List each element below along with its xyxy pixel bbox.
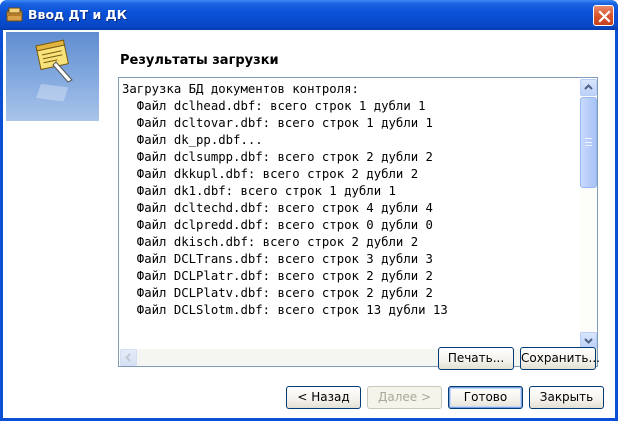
chevron-up-icon — [584, 84, 593, 90]
results-log-line: Файл DCLPlatv.dbf: всего строк 2 дубли 2 — [122, 286, 433, 300]
results-log[interactable]: Загрузка БД документов контроля: Файл dc… — [118, 77, 598, 367]
close-icon — [598, 10, 611, 23]
results-log-line: Файл dcltovar.dbf: всего строк 1 дубли 1 — [122, 116, 433, 130]
wizard-side-image — [6, 32, 99, 121]
scroll-up-button[interactable] — [580, 79, 597, 96]
next-button[interactable]: Далее > — [367, 386, 442, 409]
title-bar[interactable]: Ввод ДТ и ДК — [0, 0, 618, 30]
wizard-document-icon — [35, 39, 73, 102]
results-log-line: Файл dk_pp.dbf... — [122, 133, 263, 147]
finish-button[interactable]: Готово — [448, 386, 523, 409]
results-log-line: Файл DCLTrans.dbf: всего строк 3 дубли 3 — [122, 252, 433, 266]
results-log-line: Файл dclhead.dbf: всего строк 1 дубли 1 — [122, 99, 426, 113]
chevron-left-icon — [125, 353, 131, 362]
page-title: Результаты загрузки — [120, 53, 279, 68]
wizard-content: Результаты загрузки Загрузка БД документ… — [3, 30, 615, 418]
results-log-line: Файл dkkupl.dbf: всего строк 2 дубли 2 — [122, 167, 419, 181]
results-log-line: Файл dk1.dbf: всего строк 1 дубли 1 — [122, 184, 396, 198]
save-button[interactable]: Сохранить... — [520, 347, 600, 370]
wizard-app-icon — [6, 6, 23, 23]
back-button[interactable]: < Назад — [286, 386, 361, 409]
results-log-line: Файл DCLPlatr.dbf: всего строк 2 дубли 2 — [122, 269, 433, 283]
print-button[interactable]: Печать... — [438, 347, 514, 370]
wizard-window: Ввод ДТ и ДК Результаты загрузки Загрузк… — [0, 0, 618, 421]
results-log-line: Файл dcltechd.dbf: всего строк 4 дубли 4 — [122, 201, 433, 215]
results-log-line: Загрузка БД документов контроля: — [122, 82, 359, 96]
scroll-left-button[interactable] — [120, 349, 137, 366]
results-log-line: Файл DCLSlotm.dbf: всего строк 13 дубли … — [122, 303, 448, 317]
scroll-thumb[interactable] — [580, 97, 597, 188]
results-log-line: Файл dkisch.dbf: всего строк 2 дубли 2 — [122, 235, 419, 249]
window-title: Ввод ДТ и ДК — [28, 7, 127, 22]
chevron-down-icon — [584, 338, 593, 344]
close-window-button[interactable] — [593, 5, 614, 26]
close-button[interactable]: Закрыть — [529, 386, 604, 409]
results-log-text: Загрузка БД документов контроля: Файл dc… — [122, 81, 576, 347]
results-log-line: Файл dclsumpp.dbf: всего строк 2 дубли 2 — [122, 150, 433, 164]
results-log-line: Файл dclpredd.dbf: всего строк 0 дубли 0 — [122, 218, 433, 232]
vertical-scrollbar[interactable] — [580, 79, 597, 349]
